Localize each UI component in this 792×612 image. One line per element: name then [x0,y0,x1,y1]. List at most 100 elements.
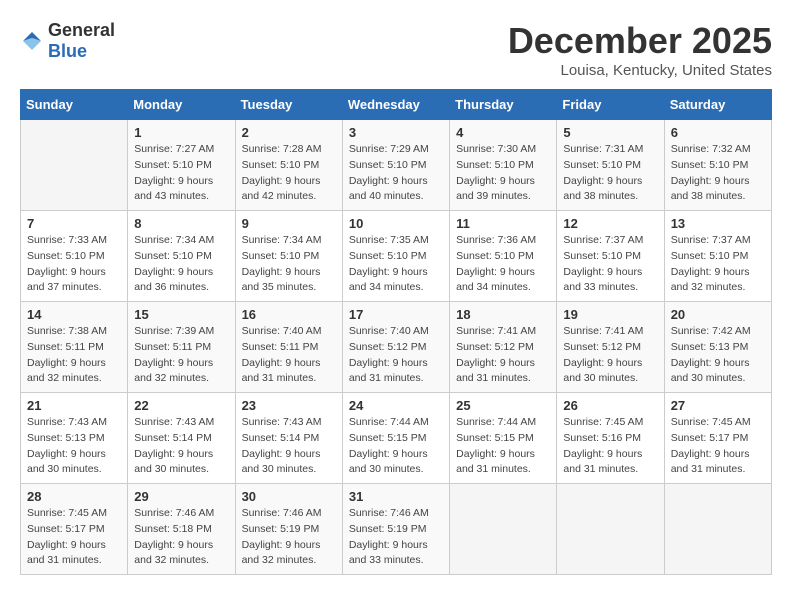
sunrise: Sunrise: 7:31 AM [563,143,643,155]
day-number: 25 [456,398,550,413]
daylight: Daylight: 9 hours and 36 minutes. [134,266,213,294]
sunrise: Sunrise: 7:41 AM [456,325,536,337]
daylight: Daylight: 9 hours and 31 minutes. [349,357,428,385]
day-number: 29 [134,489,228,504]
logo-general: General [48,20,115,40]
day-number: 30 [242,489,336,504]
day-header-sunday: Sunday [21,90,128,120]
logo-icon [20,29,44,53]
day-info: Sunrise: 7:32 AM Sunset: 5:10 PM Dayligh… [671,142,765,205]
sunrise: Sunrise: 7:40 AM [242,325,322,337]
sunrise: Sunrise: 7:45 AM [563,416,643,428]
daylight: Daylight: 9 hours and 33 minutes. [563,266,642,294]
page-header: General Blue December 2025 Louisa, Kentu… [20,20,772,79]
sunset: Sunset: 5:17 PM [671,432,749,444]
sunrise: Sunrise: 7:28 AM [242,143,322,155]
day-info: Sunrise: 7:37 AM Sunset: 5:10 PM Dayligh… [671,233,765,296]
sunset: Sunset: 5:16 PM [563,432,641,444]
sunset: Sunset: 5:12 PM [456,341,534,353]
day-info: Sunrise: 7:46 AM Sunset: 5:19 PM Dayligh… [242,506,336,569]
day-header-thursday: Thursday [450,90,557,120]
daylight: Daylight: 9 hours and 32 minutes. [242,539,321,567]
calendar-week-3: 14 Sunrise: 7:38 AM Sunset: 5:11 PM Dayl… [21,302,772,393]
day-number: 16 [242,307,336,322]
logo-text: General Blue [48,20,115,62]
daylight: Daylight: 9 hours and 31 minutes. [456,448,535,476]
day-info: Sunrise: 7:46 AM Sunset: 5:19 PM Dayligh… [349,506,443,569]
day-info: Sunrise: 7:28 AM Sunset: 5:10 PM Dayligh… [242,142,336,205]
calendar-cell: 10 Sunrise: 7:35 AM Sunset: 5:10 PM Dayl… [342,211,449,302]
calendar-table: SundayMondayTuesdayWednesdayThursdayFrid… [20,89,772,575]
sunset: Sunset: 5:10 PM [134,159,212,171]
sunrise: Sunrise: 7:33 AM [27,234,107,246]
day-info: Sunrise: 7:44 AM Sunset: 5:15 PM Dayligh… [349,415,443,478]
sunrise: Sunrise: 7:34 AM [242,234,322,246]
sunset: Sunset: 5:10 PM [671,250,749,262]
day-info: Sunrise: 7:34 AM Sunset: 5:10 PM Dayligh… [242,233,336,296]
sunrise: Sunrise: 7:44 AM [456,416,536,428]
daylight: Daylight: 9 hours and 38 minutes. [671,175,750,203]
day-number: 26 [563,398,657,413]
day-number: 7 [27,216,121,231]
sunset: Sunset: 5:13 PM [671,341,749,353]
calendar-cell: 4 Sunrise: 7:30 AM Sunset: 5:10 PM Dayli… [450,120,557,211]
day-number: 12 [563,216,657,231]
daylight: Daylight: 9 hours and 30 minutes. [242,448,321,476]
day-info: Sunrise: 7:36 AM Sunset: 5:10 PM Dayligh… [456,233,550,296]
sunset: Sunset: 5:19 PM [349,523,427,535]
day-number: 10 [349,216,443,231]
day-number: 3 [349,125,443,140]
calendar-cell: 3 Sunrise: 7:29 AM Sunset: 5:10 PM Dayli… [342,120,449,211]
day-number: 28 [27,489,121,504]
sunrise: Sunrise: 7:43 AM [134,416,214,428]
calendar-cell: 27 Sunrise: 7:45 AM Sunset: 5:17 PM Dayl… [664,393,771,484]
calendar-cell: 25 Sunrise: 7:44 AM Sunset: 5:15 PM Dayl… [450,393,557,484]
logo: General Blue [20,20,115,62]
day-info: Sunrise: 7:45 AM Sunset: 5:17 PM Dayligh… [671,415,765,478]
day-number: 23 [242,398,336,413]
calendar-week-5: 28 Sunrise: 7:45 AM Sunset: 5:17 PM Dayl… [21,484,772,575]
day-number: 27 [671,398,765,413]
calendar-cell: 26 Sunrise: 7:45 AM Sunset: 5:16 PM Dayl… [557,393,664,484]
daylight: Daylight: 9 hours and 43 minutes. [134,175,213,203]
sunset: Sunset: 5:15 PM [456,432,534,444]
calendar-cell: 14 Sunrise: 7:38 AM Sunset: 5:11 PM Dayl… [21,302,128,393]
day-number: 24 [349,398,443,413]
sunset: Sunset: 5:14 PM [134,432,212,444]
calendar-cell: 18 Sunrise: 7:41 AM Sunset: 5:12 PM Dayl… [450,302,557,393]
day-number: 14 [27,307,121,322]
day-header-monday: Monday [128,90,235,120]
calendar-cell: 21 Sunrise: 7:43 AM Sunset: 5:13 PM Dayl… [21,393,128,484]
sunset: Sunset: 5:11 PM [134,341,211,353]
daylight: Daylight: 9 hours and 30 minutes. [134,448,213,476]
sunset: Sunset: 5:10 PM [563,159,641,171]
calendar-cell: 23 Sunrise: 7:43 AM Sunset: 5:14 PM Dayl… [235,393,342,484]
day-info: Sunrise: 7:46 AM Sunset: 5:18 PM Dayligh… [134,506,228,569]
sunset: Sunset: 5:10 PM [456,250,534,262]
day-number: 2 [242,125,336,140]
sunrise: Sunrise: 7:45 AM [671,416,751,428]
calendar-cell [664,484,771,575]
sunrise: Sunrise: 7:38 AM [27,325,107,337]
calendar-cell: 24 Sunrise: 7:44 AM Sunset: 5:15 PM Dayl… [342,393,449,484]
calendar-cell: 15 Sunrise: 7:39 AM Sunset: 5:11 PM Dayl… [128,302,235,393]
sunset: Sunset: 5:15 PM [349,432,427,444]
calendar-cell: 17 Sunrise: 7:40 AM Sunset: 5:12 PM Dayl… [342,302,449,393]
sunrise: Sunrise: 7:46 AM [242,507,322,519]
logo-blue: Blue [48,41,87,61]
day-number: 15 [134,307,228,322]
daylight: Daylight: 9 hours and 40 minutes. [349,175,428,203]
calendar-cell [21,120,128,211]
day-info: Sunrise: 7:31 AM Sunset: 5:10 PM Dayligh… [563,142,657,205]
calendar-cell: 9 Sunrise: 7:34 AM Sunset: 5:10 PM Dayli… [235,211,342,302]
daylight: Daylight: 9 hours and 31 minutes. [27,539,106,567]
sunset: Sunset: 5:17 PM [27,523,105,535]
day-number: 31 [349,489,443,504]
sunrise: Sunrise: 7:46 AM [349,507,429,519]
day-info: Sunrise: 7:34 AM Sunset: 5:10 PM Dayligh… [134,233,228,296]
day-info: Sunrise: 7:43 AM Sunset: 5:13 PM Dayligh… [27,415,121,478]
sunrise: Sunrise: 7:44 AM [349,416,429,428]
day-info: Sunrise: 7:42 AM Sunset: 5:13 PM Dayligh… [671,324,765,387]
day-number: 11 [456,216,550,231]
calendar-cell: 8 Sunrise: 7:34 AM Sunset: 5:10 PM Dayli… [128,211,235,302]
